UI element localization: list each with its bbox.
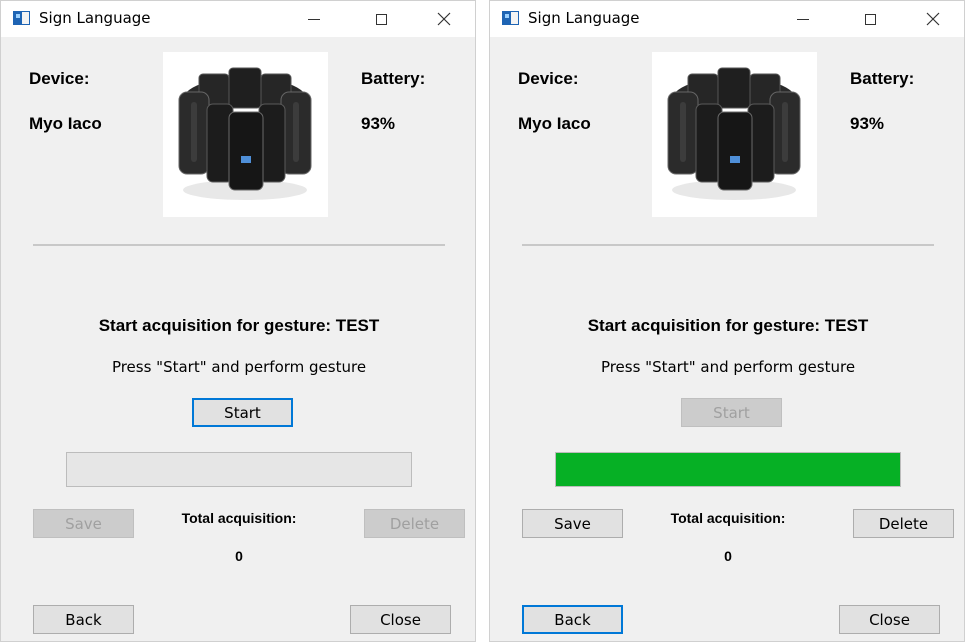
back-button[interactable]: Back [522, 605, 623, 634]
window-title: Sign Language [528, 9, 640, 27]
close-icon [926, 12, 940, 26]
maximize-icon [864, 13, 876, 25]
close-icon [437, 12, 451, 26]
back-button[interactable]: Back [33, 605, 134, 634]
total-acquisition-label: Total acquisition: [670, 510, 786, 526]
myo-armband-image [163, 52, 328, 217]
device-label: Device: [29, 69, 90, 88]
close-button[interactable]: Close [350, 605, 451, 634]
separator-line [33, 244, 445, 246]
total-acquisition-value: 0 [724, 548, 732, 564]
maximize-button[interactable] [358, 1, 404, 37]
acquisition-progress-bar [555, 452, 901, 487]
gesture-title: Start acquisition for gesture: TEST [98, 316, 380, 335]
minimize-icon [797, 18, 809, 20]
close-button[interactable]: Close [839, 605, 940, 634]
close-window-button[interactable] [910, 1, 956, 37]
minimize-icon [308, 18, 320, 20]
separator-line [522, 244, 934, 246]
gesture-instruction: Press "Start" and perform gesture [600, 358, 856, 376]
save-button[interactable]: Save [522, 509, 623, 538]
delete-button[interactable]: Delete [364, 509, 465, 538]
app-window-icon [13, 11, 30, 25]
delete-button[interactable]: Delete [853, 509, 954, 538]
window-title: Sign Language [39, 9, 151, 27]
maximize-icon [375, 13, 387, 25]
total-acquisition-label: Total acquisition: [181, 510, 297, 526]
title-bar[interactable]: Sign Language [1, 1, 475, 37]
acquisition-progress-bar [66, 452, 412, 487]
save-button[interactable]: Save [33, 509, 134, 538]
battery-value: 93% [361, 114, 396, 133]
progress-fill [556, 453, 900, 486]
minimize-button[interactable] [291, 1, 337, 37]
gesture-instruction: Press "Start" and perform gesture [111, 358, 367, 376]
battery-value: 93% [850, 114, 885, 133]
sign-language-window-1: Sign Language Device: Myo Iaco Battery: … [0, 0, 476, 642]
device-name: Myo Iaco [29, 114, 102, 133]
battery-label: Battery: [361, 69, 426, 88]
title-bar[interactable]: Sign Language [490, 1, 964, 37]
battery-label: Battery: [850, 69, 915, 88]
sign-language-window-2: Sign Language Device: Myo Iaco Battery: … [489, 0, 965, 642]
myo-armband-image [652, 52, 817, 217]
start-button[interactable]: Start [681, 398, 782, 427]
app-window-icon [502, 11, 519, 25]
gesture-title: Start acquisition for gesture: TEST [587, 316, 869, 335]
maximize-button[interactable] [847, 1, 893, 37]
minimize-button[interactable] [780, 1, 826, 37]
device-name: Myo Iaco [518, 114, 591, 133]
start-button[interactable]: Start [192, 398, 293, 427]
total-acquisition-value: 0 [235, 548, 243, 564]
close-window-button[interactable] [421, 1, 467, 37]
device-label: Device: [518, 69, 579, 88]
